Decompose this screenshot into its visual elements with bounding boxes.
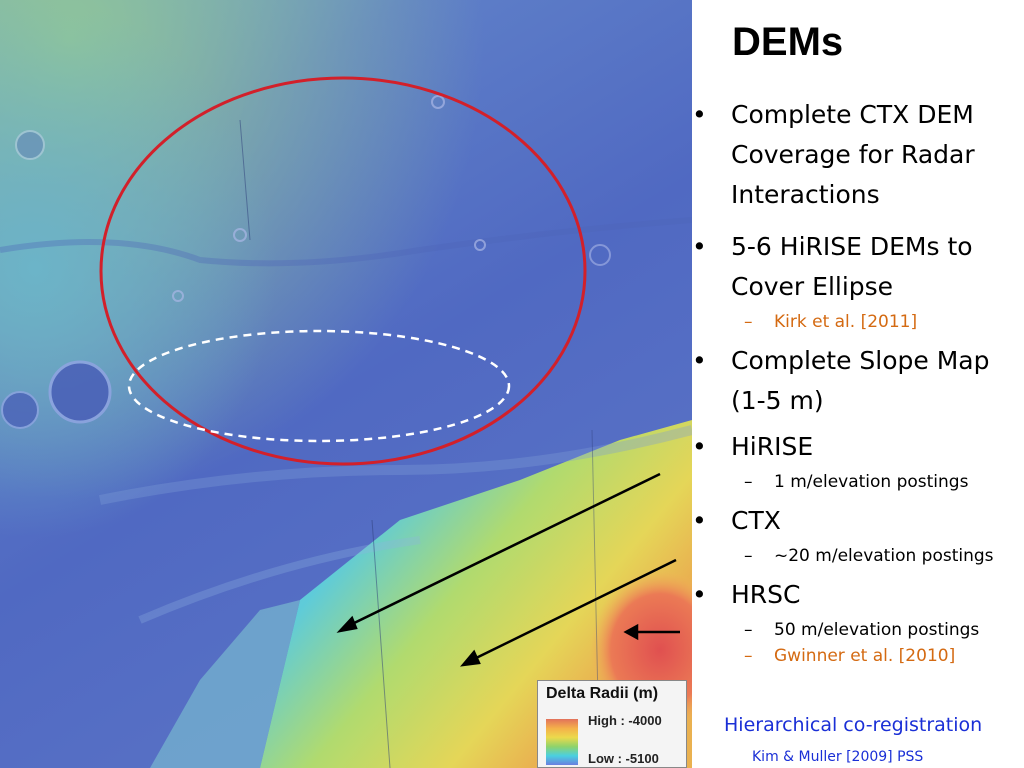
legend-low-label: Low : -5100: [588, 751, 659, 766]
slide-title: DEMs: [732, 20, 844, 64]
bullet-text: CTX: [731, 506, 781, 535]
bullet-text: 5-6 HiRISE DEMs to Cover Ellipse: [731, 232, 973, 301]
bullet-item: • Complete CTX DEM Coverage for Radar Int…: [690, 95, 1024, 215]
reference-text: Kirk et al. [2011]: [774, 312, 918, 332]
sub-bullet-item: – 50 m/elevation postings: [690, 617, 1024, 643]
sub-bullet-text: 1 m/elevation postings: [774, 472, 969, 492]
bullet-text: Complete Slope Map (1-5 m): [731, 346, 990, 415]
legend-title: Delta Radii (m): [546, 685, 659, 702]
map-graphic: [0, 0, 692, 768]
bullet-dot-icon: •: [692, 100, 707, 129]
bullet-dot-icon: •: [692, 580, 707, 609]
bullet-text: HiRISE: [731, 432, 814, 461]
bullet-dot-icon: •: [692, 432, 707, 461]
legend-high-label: High : -4000: [588, 713, 662, 728]
bullet-item: • HiRISE: [690, 427, 1024, 467]
bullet-text: HRSC: [731, 580, 801, 609]
dash-icon: –: [744, 472, 753, 492]
reference-text: Gwinner et al. [2010]: [774, 646, 956, 666]
bullet-list: • Complete CTX DEM Coverage for Radar Int…: [690, 95, 1024, 675]
legend-color-ramp: [546, 719, 578, 765]
dash-icon: –: [744, 620, 753, 640]
bullet-item: • Complete Slope Map (1-5 m): [690, 341, 1024, 421]
sub-bullet-text: 50 m/elevation postings: [774, 620, 980, 640]
sub-bullet-text: ~20 m/elevation postings: [774, 546, 994, 566]
elevation-map: Delta Radii (m) High : -4000 Low : -5100: [0, 0, 692, 768]
map-legend: Delta Radii (m) High : -4000 Low : -5100: [537, 680, 687, 768]
bullet-dot-icon: •: [692, 232, 707, 261]
sub-bullet-item: – 1 m/elevation postings: [690, 469, 1024, 495]
bullet-item: • CTX: [690, 501, 1024, 541]
dash-icon: –: [744, 312, 753, 332]
sub-bullet-item: – Kirk et al. [2011]: [690, 309, 1024, 335]
sub-bullet-item: – Gwinner et al. [2010]: [690, 643, 1024, 669]
bullet-item: • HRSC: [690, 575, 1024, 615]
footer-note: Hierarchical co-registration: [724, 714, 983, 736]
dash-icon: –: [744, 546, 753, 566]
dash-icon: –: [744, 646, 753, 666]
bullet-dot-icon: •: [692, 346, 707, 375]
footer-citation: Kim & Muller [2009] PSS: [752, 749, 924, 765]
bullet-dot-icon: •: [692, 506, 707, 535]
bullet-text: Complete CTX DEM Coverage for Radar Inte…: [731, 100, 975, 209]
bullet-item: • 5-6 HiRISE DEMs to Cover Ellipse: [690, 227, 1024, 307]
sub-bullet-item: – ~20 m/elevation postings: [690, 543, 1024, 569]
